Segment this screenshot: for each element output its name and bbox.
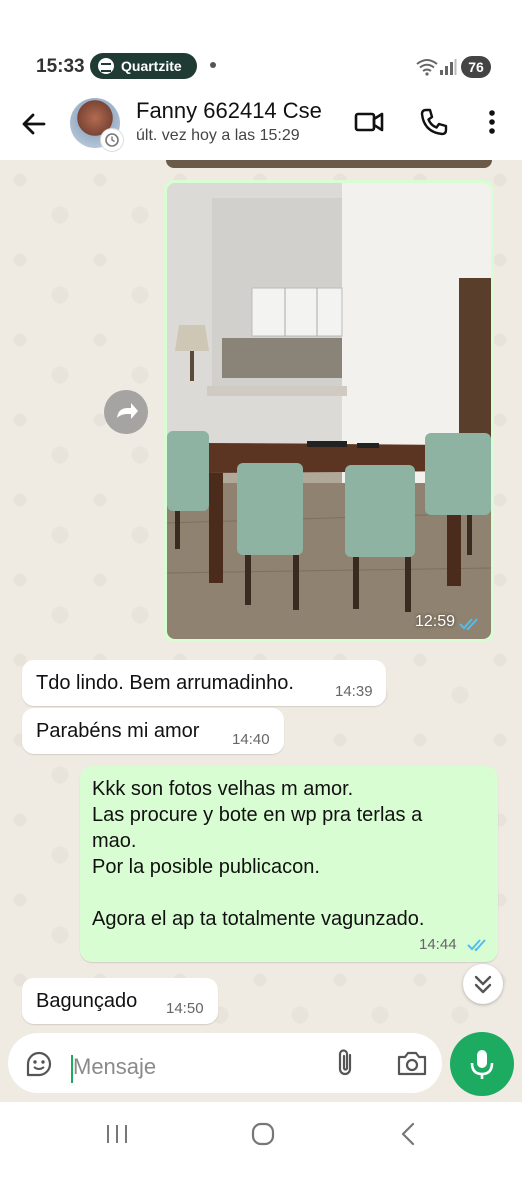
signal-icon [440,59,457,75]
message-text-line: Por la posible publicacon. [92,856,320,878]
sticker-icon[interactable] [24,1049,54,1079]
message-text-line: Las procure y bote en wp pra terlas a [92,804,423,826]
recents-icon[interactable] [104,1122,130,1146]
spotify-icon [98,58,114,74]
chat-header: Fanny 662414 Cse últ. vez hoy a las 15:2… [0,92,522,160]
read-ticks-icon [459,618,478,631]
message-text-line: Kkk son fotos velhas m amor. [92,778,354,800]
outgoing-message[interactable]: Kkk son fotos velhas m amor. Las procure… [80,766,498,962]
contact-name[interactable]: Fanny 662414 Cse [136,98,322,124]
forward-icon[interactable] [104,390,148,434]
scroll-to-bottom-button[interactable] [463,964,503,1004]
message-input-container[interactable]: Mensaje [8,1033,442,1093]
notification-dot [210,62,216,68]
status-time: 15:33 [36,56,85,77]
incoming-message[interactable]: Tdo lindo. Bem arrumadinho. 14:39 [22,660,386,706]
now-playing-pill[interactable]: Quartzite [90,53,197,79]
voice-message-button[interactable] [450,1032,514,1096]
chat-area[interactable]: 12:59 Tdo lindo. Bem arrumadinho. 14:39 … [0,160,522,1030]
read-ticks-icon [467,939,486,952]
room-photo[interactable]: 12:59 [167,183,491,639]
incoming-message[interactable]: Bagunçado 14:50 [22,978,218,1024]
video-call-icon[interactable] [353,106,385,138]
system-nav-bar [0,1102,522,1200]
nav-back-icon[interactable] [398,1121,418,1147]
home-icon[interactable] [250,1121,276,1147]
status-bar: 15:33 Quartzite 76 [0,0,522,92]
message-text-line: mao. [92,830,137,852]
message-time: 14:39 [335,683,373,700]
last-seen: últ. vez hoy a las 15:29 [136,127,300,144]
message-text: Parabéns mi amor [36,720,200,742]
message-time: 12:59 [414,613,455,630]
mic-icon [470,1050,494,1079]
previous-image-edge [166,160,492,168]
incoming-message[interactable]: Parabéns mi amor 14:40 [22,708,284,754]
back-arrow-icon[interactable] [18,108,50,140]
wifi-icon [416,59,438,76]
camera-icon[interactable] [396,1048,428,1078]
now-playing-label: Quartzite [121,58,182,74]
chevrons-down-icon [474,975,492,994]
message-time: 14:40 [232,731,270,748]
message-time: 14:44 [419,936,457,953]
message-text: Tdo lindo. Bem arrumadinho. [36,672,294,694]
composer-bar: Mensaje [0,1030,522,1102]
message-time: 14:50 [166,1000,204,1017]
message-input[interactable]: Mensaje [73,1054,156,1080]
phone-icon[interactable] [418,106,450,138]
battery-indicator: 76 [461,56,491,78]
message-text: Bagunçado [36,990,138,1012]
message-text-line: Agora el ap ta totalmente vagunzado. [92,908,425,930]
more-vert-icon[interactable] [478,106,506,138]
image-message[interactable]: 12:59 [164,180,494,642]
attach-icon[interactable] [332,1047,360,1079]
status-ring-icon [100,128,124,152]
